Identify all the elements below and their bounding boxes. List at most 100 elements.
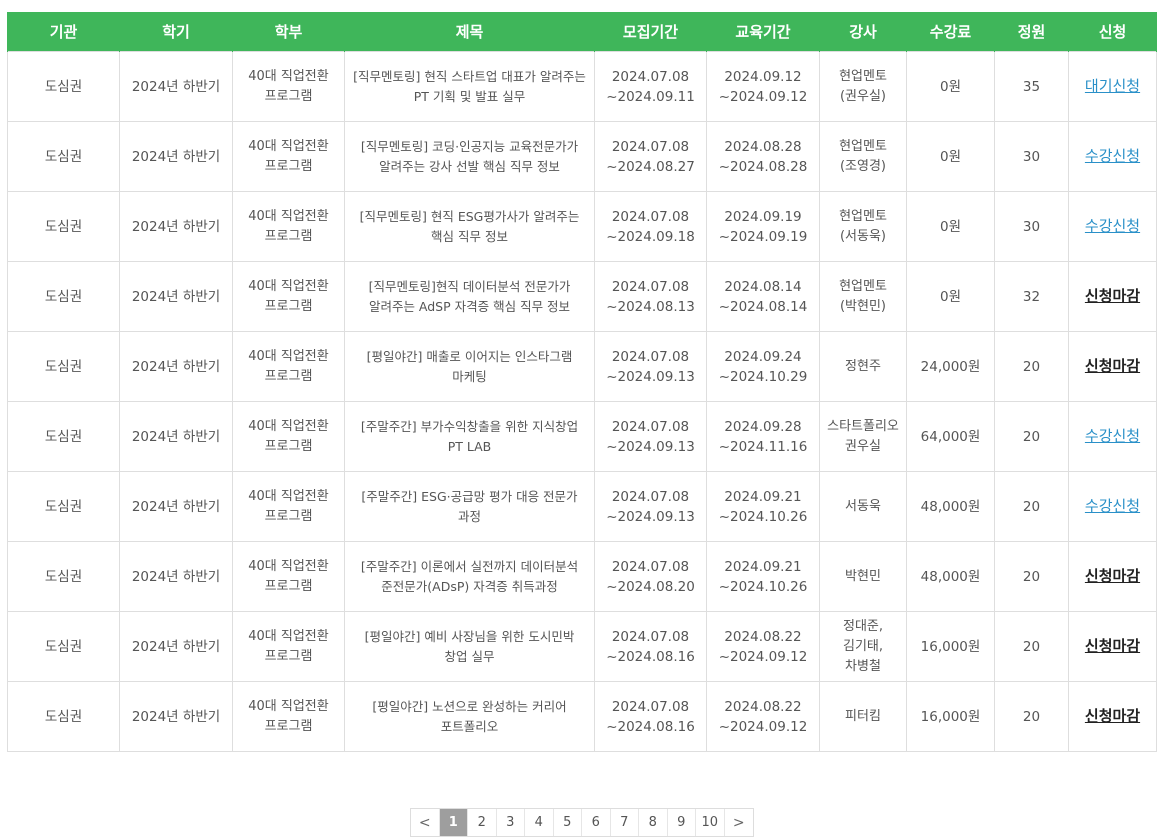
cell-org: 도심권 xyxy=(7,261,120,332)
page-3-button[interactable]: 3 xyxy=(497,809,525,836)
cell-capacity: 20 xyxy=(994,541,1069,612)
cell-apply: 수강신청 xyxy=(1068,191,1157,262)
cell-dept: 40대 직업전환 프로그램 xyxy=(232,51,345,122)
cell-instructor: 서동욱 xyxy=(819,471,907,542)
cell-title: [평일야간] 노션으로 완성하는 커리어 포트폴리오 xyxy=(344,681,595,752)
cell-org: 도심권 xyxy=(7,191,120,262)
closed-link[interactable]: 신청마감 xyxy=(1085,287,1140,305)
apply-link[interactable]: 대기신청 xyxy=(1085,77,1140,95)
closed-link[interactable]: 신청마감 xyxy=(1085,637,1140,655)
cell-title: [직무멘토링] 현직 스타트업 대표가 알려주는 PT 기획 및 발표 실무 xyxy=(344,51,595,122)
cell-apply: 신청마감 xyxy=(1068,681,1157,752)
header-edu-period: 교육기간 xyxy=(706,12,820,52)
header-apply: 신청 xyxy=(1068,12,1157,52)
cell-dept: 40대 직업전환 프로그램 xyxy=(232,121,345,192)
cell-dept: 40대 직업전환 프로그램 xyxy=(232,471,345,542)
cell-fee: 16,000원 xyxy=(906,611,995,682)
cell-dept: 40대 직업전환 프로그램 xyxy=(232,611,345,682)
header-recruit-period: 모집기간 xyxy=(594,12,707,52)
page-1-button[interactable]: 1 xyxy=(439,809,468,836)
cell-dept: 40대 직업전환 프로그램 xyxy=(232,261,345,332)
header-title: 제목 xyxy=(344,12,595,52)
table-row: 도심권 2024년 하반기 40대 직업전환 프로그램 [주말주간] 이론에서 실전까… xyxy=(7,541,1157,612)
cell-apply: 수강신청 xyxy=(1068,121,1157,192)
cell-org: 도심권 xyxy=(7,121,120,192)
cell-term: 2024년 하반기 xyxy=(119,401,233,472)
cell-apply: 신청마감 xyxy=(1068,261,1157,332)
cell-edu-period: 2024.08.14 ~2024.08.14 xyxy=(706,261,820,332)
cell-apply: 신청마감 xyxy=(1068,611,1157,682)
cell-term: 2024년 하반기 xyxy=(119,681,233,752)
cell-title: [직무멘토링] 현직 ESG평가사가 알려주는 핵심 직무 정보 xyxy=(344,191,595,262)
cell-recruit-period: 2024.07.08 ~2024.09.13 xyxy=(594,331,707,402)
cell-org: 도심권 xyxy=(7,331,120,402)
cell-edu-period: 2024.08.22 ~2024.09.12 xyxy=(706,681,820,752)
cell-edu-period: 2024.09.21 ~2024.10.26 xyxy=(706,541,820,612)
page-2-button[interactable]: 2 xyxy=(468,809,497,836)
cell-capacity: 30 xyxy=(994,191,1069,262)
page-10-button[interactable]: 10 xyxy=(696,809,725,836)
page-9-button[interactable]: 9 xyxy=(668,809,696,836)
cell-edu-period: 2024.08.28 ~2024.08.28 xyxy=(706,121,820,192)
cell-term: 2024년 하반기 xyxy=(119,261,233,332)
header-capacity: 정원 xyxy=(994,12,1069,52)
cell-capacity: 20 xyxy=(994,331,1069,402)
cell-instructor: 박현민 xyxy=(819,541,907,612)
cell-title: [주말주간] ESG·공급망 평가 대응 전문가 과정 xyxy=(344,471,595,542)
table-row: 도심권 2024년 하반기 40대 직업전환 프로그램 [직무멘토링]현직 데이터분석… xyxy=(7,261,1157,332)
cell-edu-period: 2024.08.22 ~2024.09.12 xyxy=(706,611,820,682)
cell-org: 도심권 xyxy=(7,51,120,122)
cell-org: 도심권 xyxy=(7,681,120,752)
apply-link[interactable]: 수강신청 xyxy=(1085,427,1140,445)
table-row: 도심권 2024년 하반기 40대 직업전환 프로그램 [평일야간] 매출로 이어지는… xyxy=(7,331,1157,402)
apply-link[interactable]: 수강신청 xyxy=(1085,497,1140,515)
cell-term: 2024년 하반기 xyxy=(119,331,233,402)
closed-link[interactable]: 신청마감 xyxy=(1085,567,1140,585)
pagination: <1 2 3 4 5 6 7 8 9 10 > xyxy=(410,808,754,837)
closed-link[interactable]: 신청마감 xyxy=(1085,357,1140,375)
closed-link[interactable]: 신청마감 xyxy=(1085,707,1140,725)
cell-instructor: 피터킴 xyxy=(819,681,907,752)
cell-org: 도심권 xyxy=(7,611,120,682)
table-row: 도심권 2024년 하반기 40대 직업전환 프로그램 [직무멘토링] 현직 스타트업… xyxy=(7,51,1157,122)
apply-link[interactable]: 수강신청 xyxy=(1085,217,1140,235)
cell-recruit-period: 2024.07.08 ~2024.09.11 xyxy=(594,51,707,122)
cell-instructor: 정대준,김기태,차병철 xyxy=(819,611,907,682)
page-4-button[interactable]: 4 xyxy=(525,809,554,836)
cell-recruit-period: 2024.07.08 ~2024.09.18 xyxy=(594,191,707,262)
cell-fee: 0원 xyxy=(906,51,995,122)
header-term: 학기 xyxy=(119,12,233,52)
cell-recruit-period: 2024.07.08 ~2024.08.20 xyxy=(594,541,707,612)
cell-dept: 40대 직업전환 프로그램 xyxy=(232,331,345,402)
cell-term: 2024년 하반기 xyxy=(119,611,233,682)
table-row: 도심권 2024년 하반기 40대 직업전환 프로그램 [직무멘토링] 현직 ESG평… xyxy=(7,191,1157,262)
table-row: 도심권 2024년 하반기 40대 직업전환 프로그램 [주말주간] ESG·공급망 … xyxy=(7,471,1157,542)
cell-fee: 0원 xyxy=(906,191,995,262)
chevron-right-icon[interactable]: > xyxy=(725,809,754,836)
cell-term: 2024년 하반기 xyxy=(119,121,233,192)
cell-fee: 64,000원 xyxy=(906,401,995,472)
cell-instructor: 현업멘토(권우실) xyxy=(819,51,907,122)
page-5-button[interactable]: 5 xyxy=(554,809,582,836)
cell-org: 도심권 xyxy=(7,401,120,472)
cell-dept: 40대 직업전환 프로그램 xyxy=(232,191,345,262)
cell-instructor: 현업멘토(박현민) xyxy=(819,261,907,332)
table-body: 도심권 2024년 하반기 40대 직업전환 프로그램 [직무멘토링] 현직 스타트업… xyxy=(7,51,1157,752)
cell-dept: 40대 직업전환 프로그램 xyxy=(232,541,345,612)
page-6-button[interactable]: 6 xyxy=(582,809,611,836)
cell-term: 2024년 하반기 xyxy=(119,51,233,122)
cell-term: 2024년 하반기 xyxy=(119,471,233,542)
cell-recruit-period: 2024.07.08 ~2024.08.16 xyxy=(594,611,707,682)
cell-title: [평일야간] 매출로 이어지는 인스타그램 마케팅 xyxy=(344,331,595,402)
cell-org: 도심권 xyxy=(7,541,120,612)
table-row: 도심권 2024년 하반기 40대 직업전환 프로그램 [주말주간] 부가수익창출을 … xyxy=(7,401,1157,472)
table-row: 도심권 2024년 하반기 40대 직업전환 프로그램 [평일야간] 예비 사장님을 … xyxy=(7,611,1157,682)
cell-fee: 48,000원 xyxy=(906,541,995,612)
page-7-button[interactable]: 7 xyxy=(611,809,639,836)
apply-link[interactable]: 수강신청 xyxy=(1085,147,1140,165)
page-8-button[interactable]: 8 xyxy=(639,809,668,836)
cell-capacity: 30 xyxy=(994,121,1069,192)
cell-fee: 0원 xyxy=(906,261,995,332)
chevron-left-icon[interactable]: < xyxy=(411,809,440,836)
table-row: 도심권 2024년 하반기 40대 직업전환 프로그램 [직무멘토링] 코딩·인공지능… xyxy=(7,121,1157,192)
